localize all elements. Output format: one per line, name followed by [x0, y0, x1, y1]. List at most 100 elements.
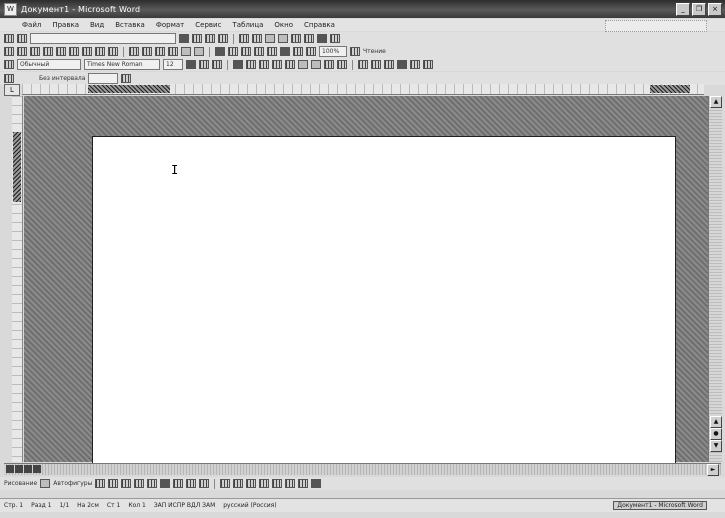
tab-selector[interactable]: L — [4, 84, 20, 96]
font-color-icon[interactable] — [246, 479, 257, 488]
autoshapes-menu[interactable]: Автофигуры — [53, 480, 92, 487]
new-document-icon[interactable] — [4, 34, 14, 43]
outline-view-icon[interactable] — [33, 465, 41, 473]
menu-view[interactable]: Вид — [90, 21, 104, 29]
document-map-icon[interactable] — [293, 47, 303, 56]
arrow-icon[interactable] — [108, 479, 119, 488]
underline-icon[interactable] — [212, 60, 222, 69]
styles-pane-icon[interactable] — [4, 60, 14, 69]
columns-icon[interactable] — [267, 47, 277, 56]
print-layout-icon[interactable] — [24, 465, 32, 473]
select-objects-icon[interactable] — [40, 479, 51, 488]
horizontal-ruler[interactable] — [22, 84, 704, 95]
insert-table-icon[interactable] — [241, 47, 251, 56]
close-button[interactable]: × — [708, 3, 722, 16]
horizontal-scrollbar[interactable]: ► — [4, 463, 721, 476]
document-page[interactable]: I — [92, 136, 676, 464]
zoom-combo[interactable]: 100% — [319, 46, 347, 57]
symbols-icon[interactable] — [330, 34, 340, 43]
word-icon[interactable]: W — [4, 2, 17, 16]
line-color-icon[interactable] — [233, 479, 244, 488]
menu-window[interactable]: Окно — [274, 21, 293, 29]
style-label[interactable]: Без интервала — [39, 75, 85, 82]
wordart-icon[interactable] — [160, 479, 171, 488]
research-icon[interactable] — [108, 47, 118, 56]
vertical-scrollbar[interactable]: ▲ ▲ ● ▼ — [708, 96, 722, 462]
picture-icon[interactable] — [199, 479, 210, 488]
align-left-icon[interactable] — [233, 60, 243, 69]
shrink-font-icon[interactable] — [423, 60, 433, 69]
menu-file[interactable]: Файл — [22, 21, 41, 29]
format-painter-icon[interactable] — [168, 47, 178, 56]
line-spacing-icon[interactable] — [285, 60, 295, 69]
normal-view-icon[interactable] — [6, 465, 14, 473]
line-icon[interactable] — [95, 479, 106, 488]
line-style-icon[interactable] — [259, 479, 270, 488]
font-color-icon[interactable] — [384, 60, 394, 69]
copy-icon[interactable] — [142, 47, 152, 56]
hyperlink-icon[interactable] — [215, 47, 225, 56]
web-view-icon[interactable] — [15, 465, 23, 473]
border-icon[interactable] — [205, 34, 215, 43]
highlight-icon[interactable] — [371, 60, 381, 69]
previous-page-icon[interactable]: ▲ — [710, 416, 722, 428]
draw-menu[interactable]: Рисование — [4, 480, 37, 487]
show-hide-icon[interactable] — [306, 47, 316, 56]
restore-button[interactable]: ❐ — [692, 3, 706, 16]
menu-format[interactable]: Формат — [156, 21, 184, 29]
grow-font-icon[interactable] — [410, 60, 420, 69]
menu-table[interactable]: Таблица — [232, 21, 263, 29]
print-preview-icon[interactable] — [82, 47, 92, 56]
outdent-icon[interactable] — [304, 34, 314, 43]
style-combo[interactable]: Обычный — [17, 59, 81, 70]
3d-icon[interactable] — [311, 479, 322, 488]
text-box-icon[interactable] — [147, 479, 158, 488]
new-icon[interactable] — [4, 47, 14, 56]
decrease-indent-icon[interactable] — [324, 60, 334, 69]
numbering-icon[interactable] — [278, 34, 288, 43]
redo-icon[interactable] — [194, 47, 204, 56]
font-size-combo[interactable]: 12 — [163, 59, 183, 70]
bullets-icon[interactable] — [265, 34, 275, 43]
styles-icon[interactable] — [4, 74, 14, 83]
undo-icon[interactable] — [181, 47, 191, 56]
spelling-icon[interactable] — [95, 47, 105, 56]
arrow-style-icon[interactable] — [285, 479, 296, 488]
diagram-icon[interactable] — [173, 479, 184, 488]
menu-edit[interactable]: Правка — [52, 21, 79, 29]
rectangle-icon[interactable] — [121, 479, 132, 488]
read-button[interactable]: Чтение — [363, 48, 386, 55]
fill-color-icon[interactable] — [220, 479, 231, 488]
cut-icon[interactable] — [129, 47, 139, 56]
text-color-icon[interactable] — [397, 60, 407, 69]
scroll-right-icon[interactable]: ► — [707, 464, 719, 476]
style-list-combo[interactable] — [88, 73, 119, 84]
save-icon[interactable] — [30, 47, 40, 56]
shading-icon[interactable] — [218, 34, 228, 43]
menu-help[interactable]: Справка — [304, 21, 335, 29]
numbering-icon[interactable] — [298, 60, 308, 69]
align-right-icon[interactable] — [259, 60, 269, 69]
tables-borders-icon[interactable] — [228, 47, 238, 56]
highlight-icon[interactable] — [192, 34, 202, 43]
browse-object-icon[interactable]: ● — [710, 428, 722, 440]
open-icon[interactable] — [17, 34, 27, 43]
print-icon[interactable] — [69, 47, 79, 56]
align-center-icon[interactable] — [246, 60, 256, 69]
font-color-combo[interactable] — [30, 33, 176, 44]
font-combo[interactable]: Times New Roman — [84, 59, 160, 70]
columns-icon[interactable] — [252, 34, 262, 43]
oval-icon[interactable] — [134, 479, 145, 488]
borders-icon[interactable] — [358, 60, 368, 69]
toolbar-options-icon[interactable] — [121, 74, 132, 83]
insert-excel-icon[interactable] — [254, 47, 264, 56]
help-search-box[interactable] — [605, 20, 707, 32]
bullets-icon[interactable] — [311, 60, 321, 69]
increase-indent-icon[interactable] — [337, 60, 347, 69]
shadow-icon[interactable] — [298, 479, 309, 488]
permission-icon[interactable] — [43, 47, 53, 56]
taskbar-document-button[interactable]: Документ1 - Microsoft Word — [613, 501, 707, 510]
scroll-up-icon[interactable]: ▲ — [710, 96, 722, 108]
drawing-icon[interactable] — [280, 47, 290, 56]
clip-art-icon[interactable] — [186, 479, 197, 488]
